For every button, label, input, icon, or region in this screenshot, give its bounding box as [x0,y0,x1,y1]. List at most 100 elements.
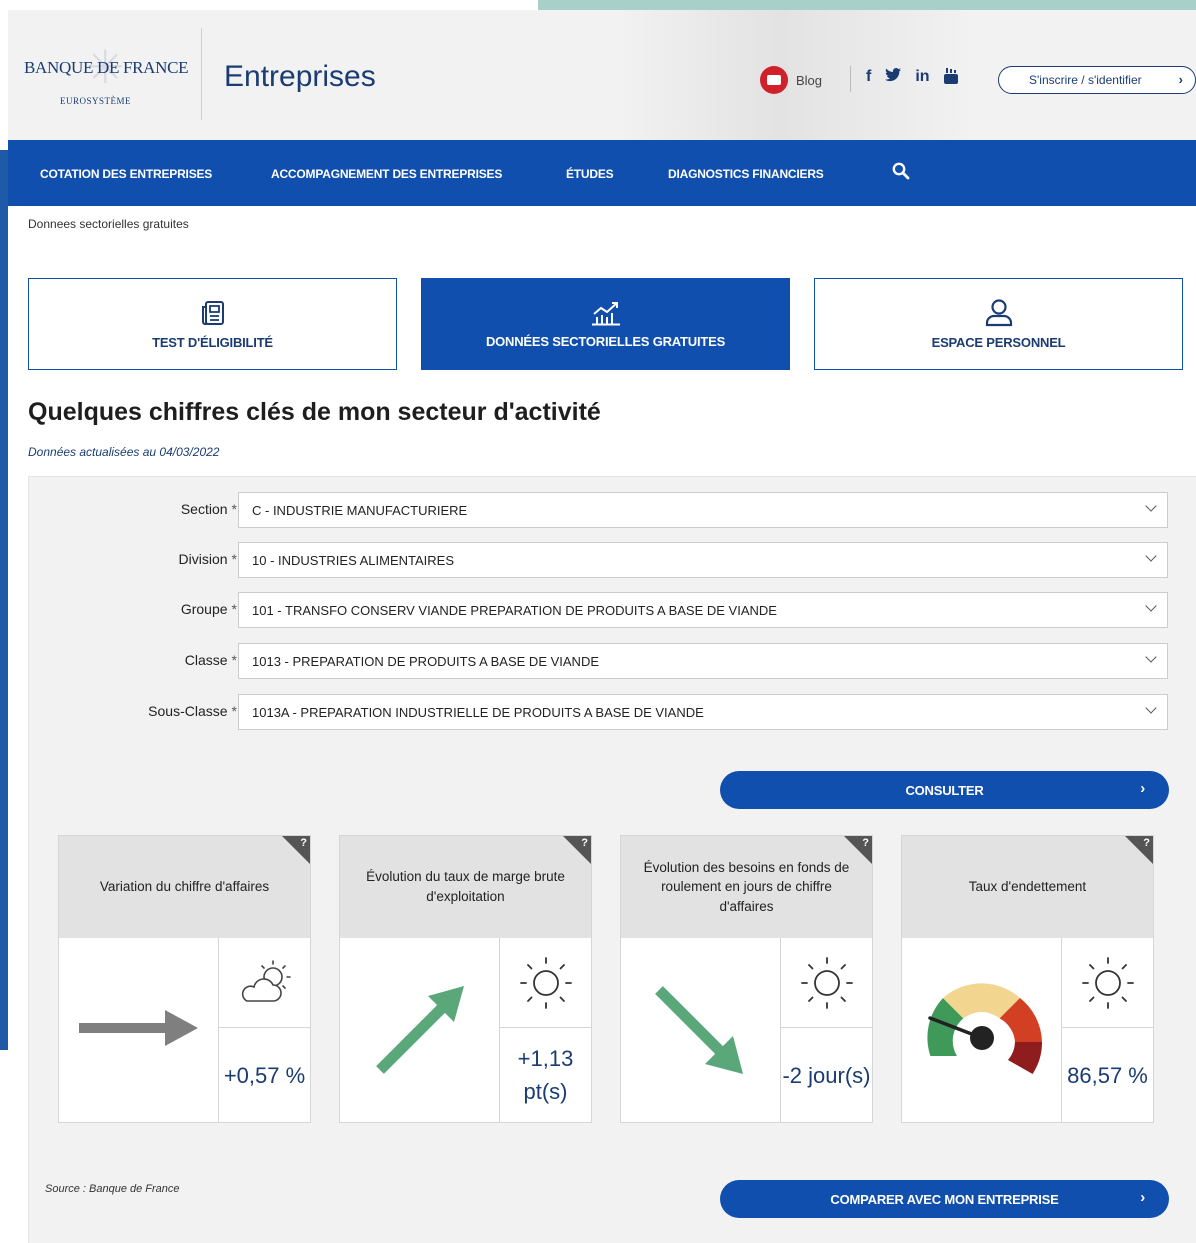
site-header: ✳ BANQUE DE FRANCE EUROSYSTÈME Entrepris… [8,10,1196,140]
classe-select[interactable]: 1013 - PREPARATION DE PRODUITS A BASE DE… [238,643,1168,679]
chevron-right-icon: › [1178,72,1183,87]
weather-indicator [781,938,872,1028]
help-icon[interactable]: ? [300,837,307,849]
indicator-side: +0,57 % [218,938,310,1122]
tab-donnees-sectorielles[interactable]: DONNÉES SECTORIELLES GRATUITES [421,278,790,370]
select-value: 1013A - PREPARATION INDUSTRIELLE DE PROD… [252,705,704,720]
indicator-value: +1,13 pt(s) [517,1046,574,1104]
social-separator [850,66,851,92]
compare-button[interactable]: COMPARER AVEC MON ENTREPRISE › [720,1180,1169,1218]
indicator-title: Variation du chiffre d'affaires [59,836,310,938]
flat-arrow-icon [79,1010,198,1046]
bank-logo[interactable]: ✳ BANQUE DE FRANCE EUROSYSTÈME [24,41,194,106]
chevron-down-icon [1145,702,1157,714]
indicator-value: +0,57 % [223,1062,306,1088]
logo-emblem-icon: ✳ [86,41,125,93]
section-select[interactable]: C - INDUSTRIE MANUFACTURIERE [238,492,1168,528]
form-row-section: Section * C - INDUSTRIE MANUFACTURIERE [29,492,1196,528]
nav-item-cotation[interactable]: COTATION DES ENTREPRISES [40,167,212,181]
chevron-down-icon [1145,550,1157,562]
select-value: 10 - INDUSTRIES ALIMENTAIRES [252,553,455,568]
help-icon[interactable]: ? [1143,837,1150,849]
logo-sub-text: EUROSYSTÈME [60,96,132,106]
field-label: Classe * [184,652,237,668]
compare-label: COMPARER AVEC MON ENTREPRISE [830,1191,1059,1207]
indicator-title: Taux d'endettement [902,836,1153,938]
field-label: Groupe * [180,601,237,617]
help-icon[interactable]: ? [862,837,869,849]
field-label: Section * [180,501,237,517]
chart-icon [591,301,620,325]
tab-label: ESPACE PERSONNEL [931,334,1066,350]
tab-espace-personnel[interactable]: ESPACE PERSONNEL [814,278,1183,370]
field-label: Sous-Classe * [148,703,237,719]
chevron-right-icon: › [1140,1189,1145,1206]
tab-label: DONNÉES SECTORIELLES GRATUITES [485,333,726,349]
site-title[interactable]: Entreprises [224,60,376,94]
trend-visual [340,938,499,1122]
top-accent-bar [538,0,1196,10]
weather-indicator [219,938,310,1028]
trend-visual [59,938,218,1122]
page-title: Quelques chiffres clés de mon secteur d'… [28,398,601,426]
up-arrow-icon [376,986,464,1074]
twitter-icon[interactable] [885,68,902,89]
sun-icon [519,956,572,1009]
facebook-icon[interactable]: f [866,68,871,89]
sous-classe-select[interactable]: 1013A - PREPARATION INDUSTRIELLE DE PROD… [238,694,1168,730]
nav-item-accompagnement[interactable]: ACCOMPAGNEMENT DES ENTREPRISES [271,167,502,181]
division-select[interactable]: 10 - INDUSTRIES ALIMENTAIRES [238,542,1168,578]
select-value: 1013 - PREPARATION DE PRODUITS A BASE DE… [252,654,600,669]
down-arrow-icon [655,986,743,1074]
groupe-select[interactable]: 101 - TRANSFO CONSERV VIANDE PREPARATION… [238,592,1168,628]
social-links: f in [866,68,958,89]
main-navigation: COTATION DES ENTREPRISES ACCOMPAGNEMENT … [8,140,1196,206]
partly-cloudy-icon [241,959,291,1002]
login-label: S'inscrire / s'identifier [1029,73,1142,87]
chevron-down-icon [1145,651,1157,663]
login-register-button[interactable]: S'inscrire / s'identifier › [998,66,1196,94]
indicator-card-besoins-fonds-roulement: Évolution des besoins en fonds de roulem… [620,835,873,1123]
sun-icon [1081,956,1134,1009]
blog-icon [760,66,788,94]
breadcrumb[interactable]: Donnees sectorielles gratuites [28,217,189,231]
weather-indicator [500,938,591,1028]
consult-button[interactable]: CONSULTER › [720,771,1169,809]
indicator-card-marge-brute: Évolution du taux de marge brute d'explo… [339,835,592,1123]
indicator-value: -2 jour(s) [782,1062,871,1088]
nav-item-etudes[interactable]: ÉTUDES [566,167,614,181]
form-row-classe: Classe * 1013 - PREPARATION DE PRODUITS A… [29,643,1196,679]
form-row-division: Division * 10 - INDUSTRIES ALIMENTAIRES [29,542,1196,578]
select-value: C - INDUSTRIE MANUFACTURIERE [252,503,468,518]
update-note: Données actualisées au 04/03/2022 [28,445,220,459]
indicator-title: Évolution du taux de marge brute d'explo… [340,836,591,938]
indicator-title: Évolution des besoins en fonds de roulem… [621,836,872,938]
chevron-down-icon [1145,500,1157,512]
source-note: Source : Banque de France [45,1183,180,1195]
linkedin-icon[interactable]: in [915,68,929,89]
nav-item-diagnostics[interactable]: DIAGNOSTICS FINANCIERS [668,167,824,181]
youtube-icon[interactable] [943,68,958,89]
gauge-icon [927,983,1043,1074]
weather-indicator [1062,938,1153,1028]
tab-test-eligibilite[interactable]: TEST D'ÉLIGIBILITÉ [28,278,397,370]
help-icon[interactable]: ? [581,837,588,849]
indicator-side: +1,13 pt(s) [499,938,591,1122]
blog-link[interactable]: Blog [760,66,822,94]
trend-visual [902,938,1061,1122]
form-row-groupe: Groupe * 101 - TRANSFO CONSERV VIANDE PRE… [29,592,1196,628]
chevron-down-icon [1145,600,1157,612]
blog-label: Blog [796,72,823,88]
trend-visual [621,938,780,1122]
form-row-sous-classe: Sous-Classe * 1013A - PREPARATION INDUSTR… [29,694,1196,730]
left-accent-stripe [0,150,8,1050]
indicator-side: -2 jour(s) [780,938,872,1122]
chevron-right-icon: › [1140,780,1145,797]
tab-label: TEST D'ÉLIGIBILITÉ [152,334,273,350]
indicator-value: 86,57 % [1067,1062,1148,1088]
indicator-card-chiffre-affaires: Variation du chiffre d'affaires ? +0,57 … [58,835,311,1123]
user-icon [985,298,1012,326]
consult-label: CONSULTER [905,782,984,798]
select-value: 101 - TRANSFO CONSERV VIANDE PREPARATION… [252,603,777,618]
search-icon[interactable] [892,162,910,180]
